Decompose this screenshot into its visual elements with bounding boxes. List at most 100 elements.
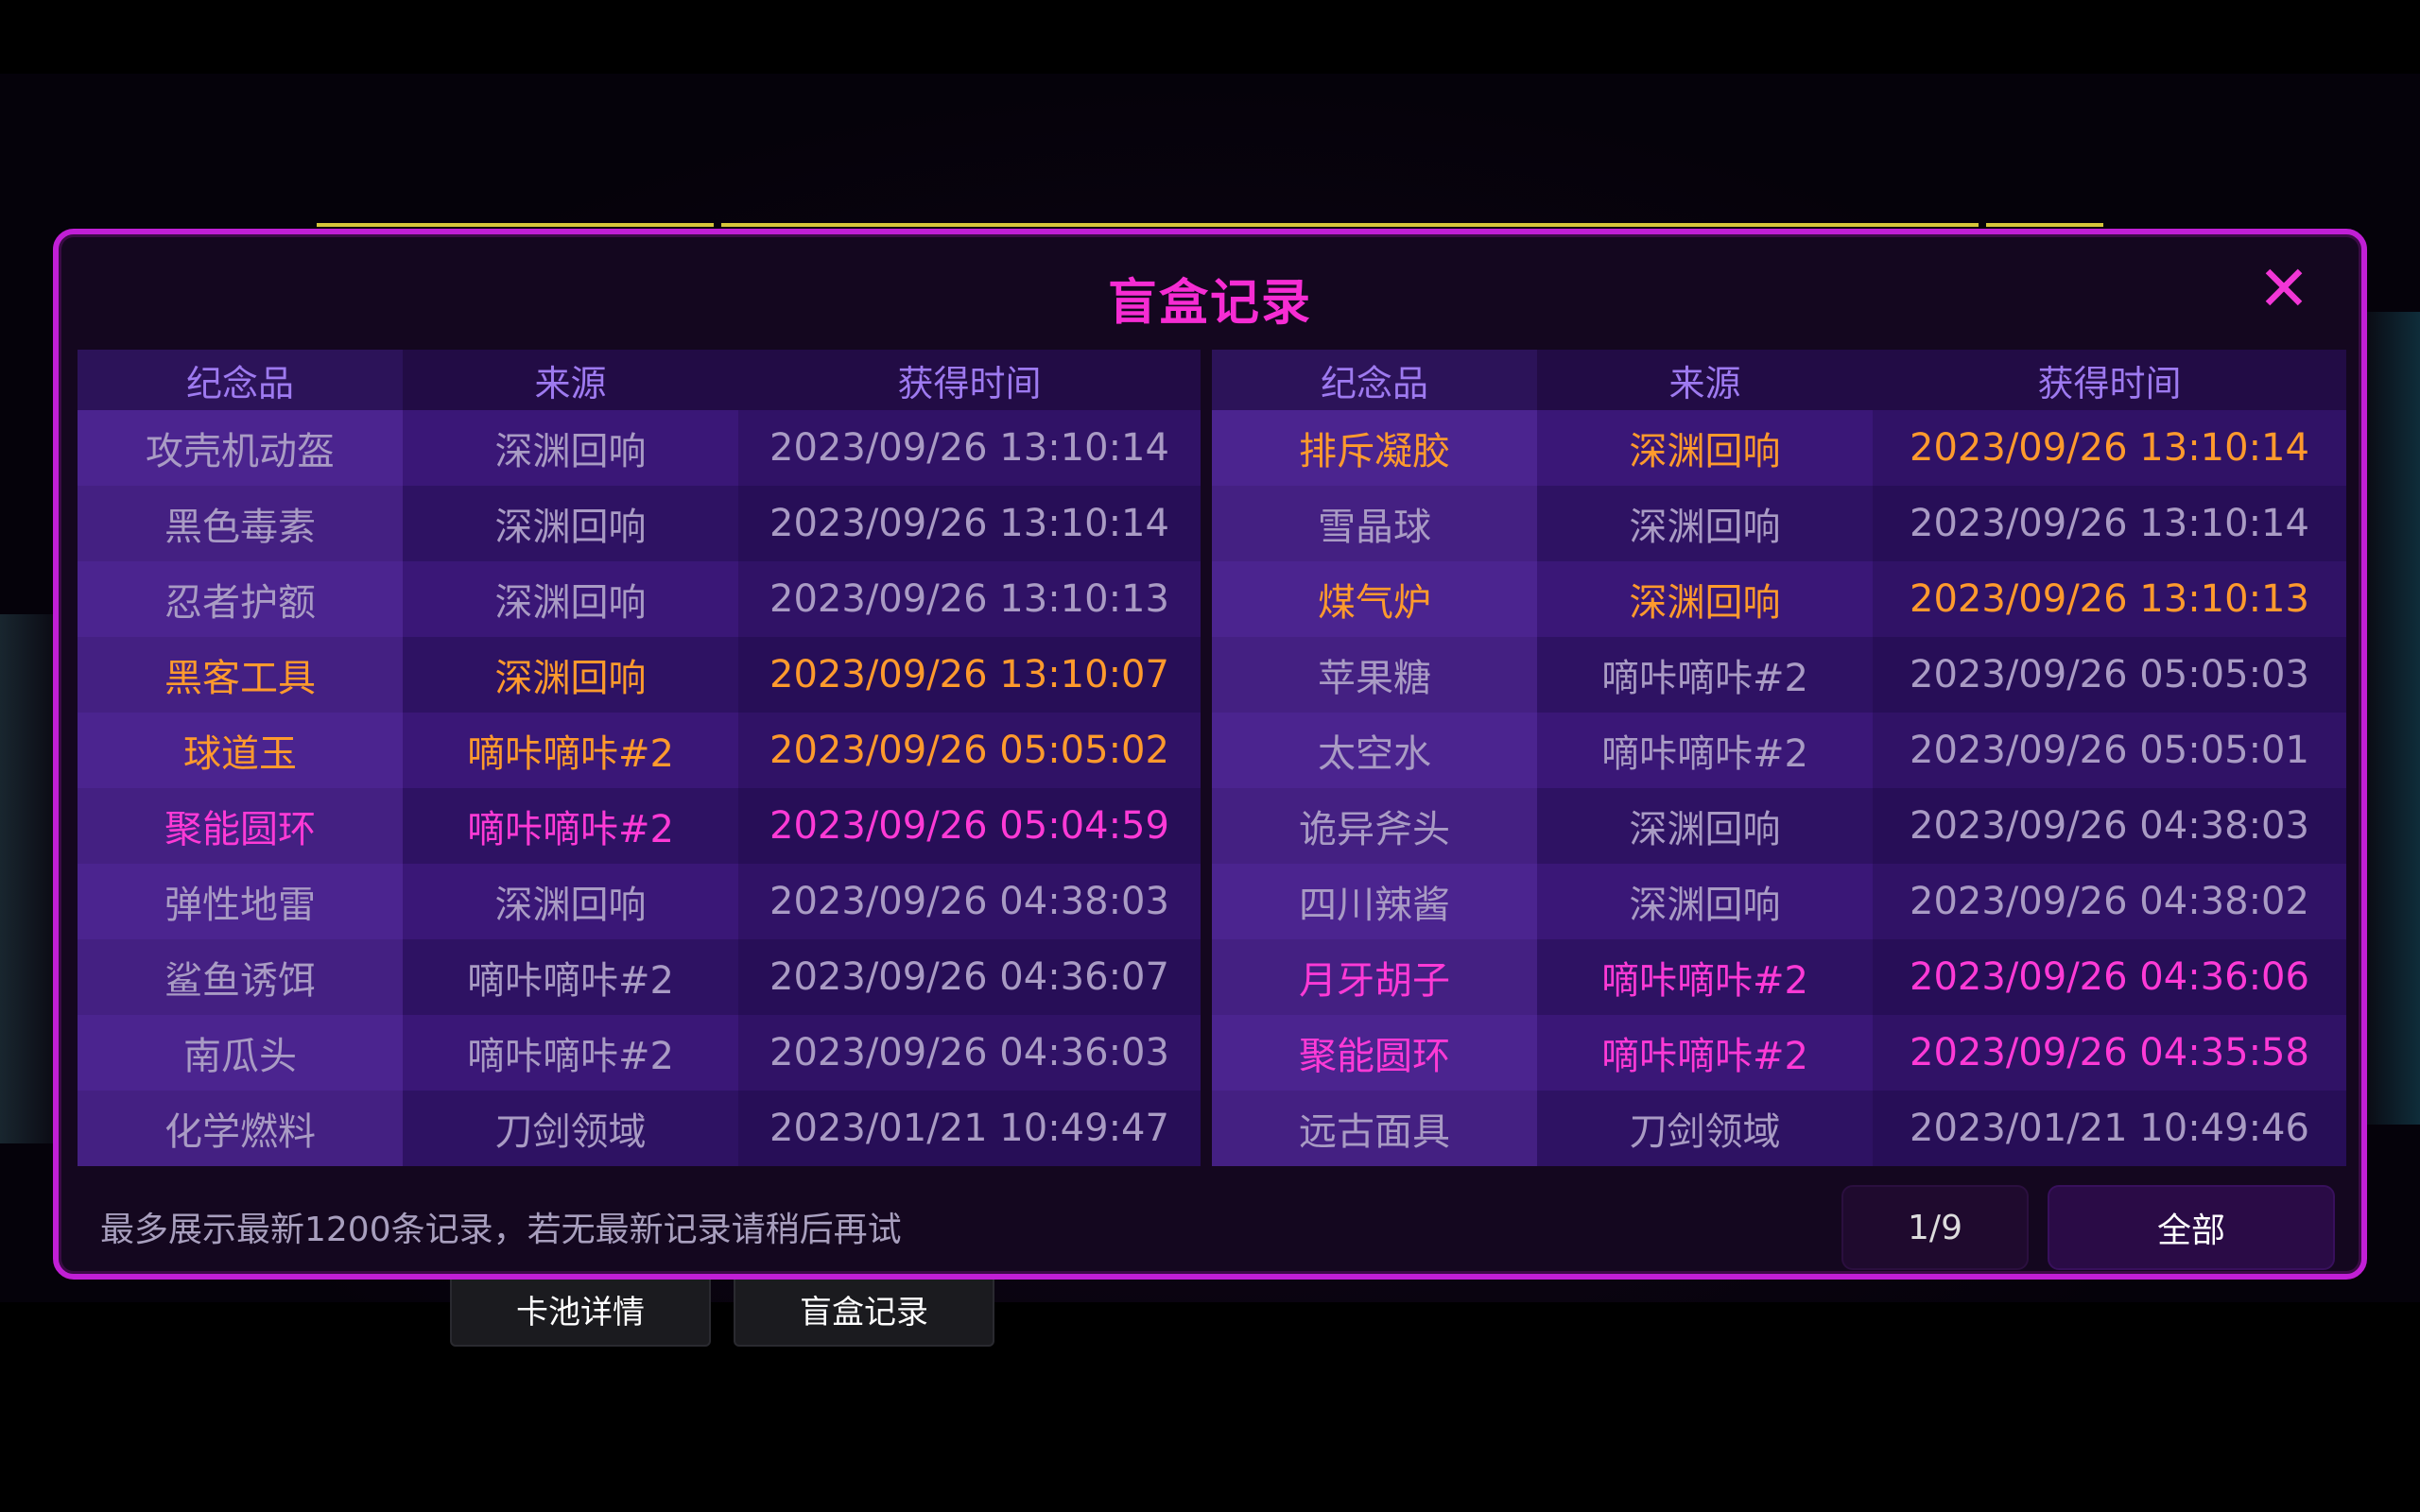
dialog-title: 盲盒记录 xyxy=(1107,275,1312,332)
table-row: 排斥凝胶 深渊回响 2023/09/26 13:10:14 xyxy=(1212,410,2346,486)
cell-time: 2023/09/26 05:05:03 xyxy=(1873,637,2346,713)
cell-time: 2023/09/26 13:10:07 xyxy=(738,637,1201,713)
table-row: 诡异斧头 深渊回响 2023/09/26 04:38:03 xyxy=(1212,788,2346,864)
cell-time: 2023/01/21 10:49:46 xyxy=(1873,1091,2346,1166)
table-row: 煤气炉 深渊回响 2023/09/26 13:10:13 xyxy=(1212,561,2346,637)
cell-time: 2023/09/26 04:38:02 xyxy=(1873,864,2346,939)
records-table-right: 纪念品 来源 获得时间 排斥凝胶 深渊回响 2023/09/26 13:10:14 雪… xyxy=(1212,350,2346,1172)
cell-time: 2023/09/26 04:36:06 xyxy=(1873,939,2346,1015)
table-row: 聚能圆环 嘀咔嘀咔#2 2023/09/26 05:04:59 xyxy=(78,788,1201,864)
table-row: 攻壳机动盔 深渊回响 2023/09/26 13:10:14 xyxy=(78,410,1201,486)
cell-item: 诡异斧头 xyxy=(1212,788,1537,864)
col-header-time: 获得时间 xyxy=(738,350,1201,410)
cell-source: 深渊回响 xyxy=(494,657,647,700)
tab-pool-details-label: 卡池详情 xyxy=(516,1293,645,1332)
col-header-item: 纪念品 xyxy=(1212,350,1537,410)
table-row: 太空水 嘀咔嘀咔#2 2023/09/26 05:05:01 xyxy=(1212,713,2346,788)
table-header: 纪念品 来源 获得时间 xyxy=(1212,350,2346,410)
cell-source: 深渊回响 xyxy=(494,430,647,473)
cell-item: 排斥凝胶 xyxy=(1212,410,1537,486)
table-header: 纪念品 来源 获得时间 xyxy=(78,350,1201,410)
page-indicator-button[interactable]: 1/9 xyxy=(1841,1185,2029,1270)
cell-item: 南瓜头 xyxy=(78,1015,403,1091)
cell-item: 黑客工具 xyxy=(78,637,403,713)
table-row: 聚能圆环 嘀咔嘀咔#2 2023/09/26 04:35:58 xyxy=(1212,1015,2346,1091)
cell-source: 深渊回响 xyxy=(1629,808,1781,851)
cell-source: 刀剑领域 xyxy=(1629,1110,1781,1154)
table-row: 远古面具 刀剑领域 2023/01/21 10:49:46 xyxy=(1212,1091,2346,1166)
table-row: 黑色毒素 深渊回响 2023/09/26 13:10:14 xyxy=(78,486,1201,561)
cell-source: 嘀咔嘀咔#2 xyxy=(467,732,674,776)
cell-time: 2023/09/26 13:10:13 xyxy=(1873,561,2346,637)
table-row: 鲨鱼诱饵 嘀咔嘀咔#2 2023/09/26 04:36:07 xyxy=(78,939,1201,1015)
cell-source: 深渊回响 xyxy=(494,506,647,549)
page-indicator-label: 1/9 xyxy=(1908,1208,1962,1247)
dialog-header: 盲盒记录 ✕ xyxy=(59,234,2361,338)
table-row: 球道玉 嘀咔嘀咔#2 2023/09/26 05:05:02 xyxy=(78,713,1201,788)
cell-source: 嘀咔嘀咔#2 xyxy=(467,1035,674,1078)
table-row: 苹果糖 嘀咔嘀咔#2 2023/09/26 05:05:03 xyxy=(1212,637,2346,713)
cell-item: 煤气炉 xyxy=(1212,561,1537,637)
table-row: 月牙胡子 嘀咔嘀咔#2 2023/09/26 04:36:06 xyxy=(1212,939,2346,1015)
cell-source: 深渊回响 xyxy=(1629,430,1781,473)
cell-item: 化学燃料 xyxy=(78,1091,403,1166)
table-row: 雪晶球 深渊回响 2023/09/26 13:10:14 xyxy=(1212,486,2346,561)
cell-time: 2023/09/26 05:04:59 xyxy=(738,788,1201,864)
cell-item: 四川辣酱 xyxy=(1212,864,1537,939)
cell-source: 嘀咔嘀咔#2 xyxy=(1601,657,1808,700)
background-right-glow xyxy=(2363,312,2420,1125)
col-header-source: 来源 xyxy=(1537,350,1873,410)
cell-item: 聚能圆环 xyxy=(78,788,403,864)
cell-item: 太空水 xyxy=(1212,713,1537,788)
cell-time: 2023/09/26 04:36:07 xyxy=(738,939,1201,1015)
close-icon[interactable]: ✕ xyxy=(2254,258,2314,321)
cell-time: 2023/09/26 13:10:13 xyxy=(738,561,1201,637)
table-row: 弹性地雷 深渊回响 2023/09/26 04:38:03 xyxy=(78,864,1201,939)
tab-blindbox-records[interactable]: 盲盒记录 xyxy=(734,1271,994,1347)
tab-pool-details[interactable]: 卡池详情 xyxy=(450,1271,711,1347)
cell-time: 2023/01/21 10:49:47 xyxy=(738,1091,1201,1166)
table-row: 忍者护额 深渊回响 2023/09/26 13:10:13 xyxy=(78,561,1201,637)
cell-time: 2023/09/26 13:10:14 xyxy=(1873,486,2346,561)
footer-note: 最多展示最新1200条记录，若无最新记录请稍后再试 xyxy=(100,1211,902,1249)
records-table-left: 纪念品 来源 获得时间 攻壳机动盔 深渊回响 2023/09/26 13:10:14… xyxy=(78,350,1201,1172)
col-header-source: 来源 xyxy=(403,350,738,410)
cell-time: 2023/09/26 13:10:14 xyxy=(1873,410,2346,486)
table-body-left: 攻壳机动盔 深渊回响 2023/09/26 13:10:14 黑色毒素 深渊回响 2023… xyxy=(78,410,1201,1166)
cell-time: 2023/09/26 05:05:02 xyxy=(738,713,1201,788)
cell-item: 攻壳机动盔 xyxy=(78,410,403,486)
cell-item: 聚能圆环 xyxy=(1212,1015,1537,1091)
table-row: 黑客工具 深渊回响 2023/09/26 13:10:07 xyxy=(78,637,1201,713)
cell-item: 雪晶球 xyxy=(1212,486,1537,561)
table-row: 南瓜头 嘀咔嘀咔#2 2023/09/26 04:36:03 xyxy=(78,1015,1201,1091)
cell-item: 鲨鱼诱饵 xyxy=(78,939,403,1015)
table-body-right: 排斥凝胶 深渊回响 2023/09/26 13:10:14 雪晶球 深渊回响 2023/0… xyxy=(1212,410,2346,1166)
cell-source: 嘀咔嘀咔#2 xyxy=(467,808,674,851)
background-left-glow xyxy=(0,614,57,1143)
cell-item: 弹性地雷 xyxy=(78,864,403,939)
cell-time: 2023/09/26 04:36:03 xyxy=(738,1015,1201,1091)
cell-source: 深渊回响 xyxy=(494,581,647,625)
cell-item: 月牙胡子 xyxy=(1212,939,1537,1015)
cell-source: 深渊回响 xyxy=(1629,506,1781,549)
cell-time: 2023/09/26 13:10:14 xyxy=(738,410,1201,486)
records-table: 纪念品 来源 获得时间 攻壳机动盔 深渊回响 2023/09/26 13:10:14… xyxy=(78,350,2346,1172)
cell-item: 远古面具 xyxy=(1212,1091,1537,1166)
col-header-time: 获得时间 xyxy=(1873,350,2346,410)
cell-time: 2023/09/26 04:38:03 xyxy=(1873,788,2346,864)
cell-source: 深渊回响 xyxy=(1629,884,1781,927)
records-dialog: 盲盒记录 ✕ 纪念品 来源 获得时间 攻壳机动盔 深渊回响 2023/09/26 1… xyxy=(53,229,2367,1280)
cell-source: 嘀咔嘀咔#2 xyxy=(1601,959,1808,1003)
cell-source: 嘀咔嘀咔#2 xyxy=(467,959,674,1003)
tab-blindbox-records-label: 盲盒记录 xyxy=(800,1293,928,1332)
cell-time: 2023/09/26 05:05:01 xyxy=(1873,713,2346,788)
cell-item: 球道玉 xyxy=(78,713,403,788)
filter-all-button[interactable]: 全部 xyxy=(2048,1185,2335,1270)
cell-source: 深渊回响 xyxy=(494,884,647,927)
cell-item: 黑色毒素 xyxy=(78,486,403,561)
cell-item: 苹果糖 xyxy=(1212,637,1537,713)
cell-time: 2023/09/26 13:10:14 xyxy=(738,486,1201,561)
cell-time: 2023/09/26 04:35:58 xyxy=(1873,1015,2346,1091)
cell-source: 刀剑领域 xyxy=(494,1110,647,1154)
cell-time: 2023/09/26 04:38:03 xyxy=(738,864,1201,939)
